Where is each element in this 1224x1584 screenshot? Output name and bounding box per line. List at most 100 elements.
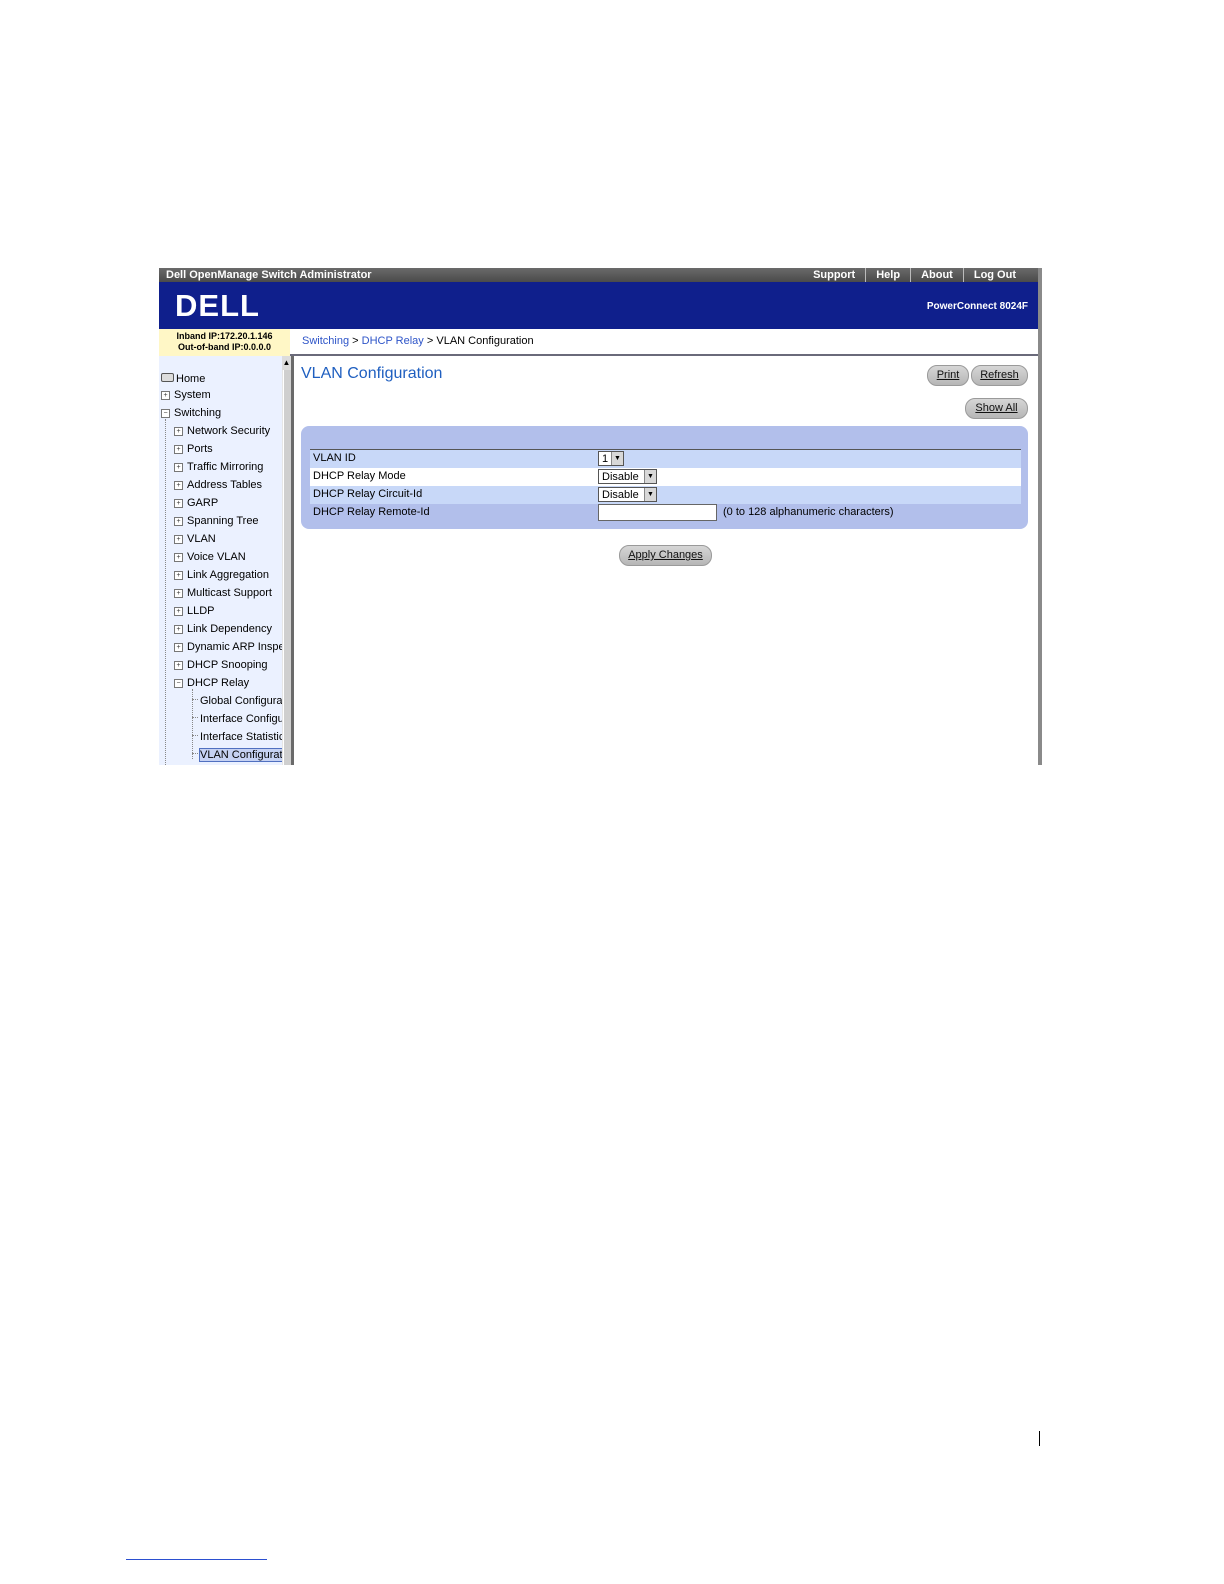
vlan-id-row: VLAN ID 1 ▼ (310, 450, 1021, 468)
expand-icon[interactable]: + (174, 481, 183, 490)
tree-connector (192, 717, 198, 718)
ip-info-box: Inband IP:172.20.1.146 Out-of-band IP:0.… (159, 329, 290, 356)
expand-icon[interactable]: + (174, 517, 183, 526)
tree-connector (192, 699, 198, 700)
select-value: Disable (602, 489, 639, 501)
tree-item-multicast-support[interactable]: + Multicast Support (174, 586, 272, 600)
tree-item-address-tables[interactable]: + Address Tables (174, 478, 262, 492)
expand-icon[interactable]: + (174, 499, 183, 508)
tree-label: Spanning Tree (187, 515, 259, 527)
expand-icon[interactable]: + (174, 445, 183, 454)
expand-icon[interactable]: + (174, 607, 183, 616)
tree-label: Traffic Mirroring (187, 461, 264, 473)
tree-label: Address Tables (187, 479, 263, 491)
refresh-button[interactable]: Refresh (971, 365, 1028, 386)
footnote-rule (126, 1559, 267, 1560)
print-button[interactable]: Print (927, 365, 969, 386)
tree-label: Link Aggregation (187, 569, 269, 581)
expand-icon[interactable]: + (174, 427, 183, 436)
tree-connector (192, 753, 198, 754)
window-frame (1038, 268, 1042, 765)
show-all-button[interactable]: Show All (965, 398, 1028, 419)
help-link[interactable]: Help (865, 268, 910, 282)
model-name: PowerConnect 8024F (926, 301, 1028, 312)
app-titlebar: Dell OpenManage Switch Administrator Sup… (159, 268, 1038, 282)
breadcrumb-separator: > (352, 335, 359, 347)
relay-mode-label: DHCP Relay Mode (313, 470, 406, 482)
tree-item-switching[interactable]: − Switching (161, 406, 221, 420)
tree-item-link-aggregation[interactable]: + Link Aggregation (174, 568, 269, 582)
circuit-id-row: DHCP Relay Circuit-Id Disable ▼ (310, 486, 1021, 504)
tree-item-garp[interactable]: + GARP (174, 496, 218, 510)
vlan-id-label: VLAN ID (313, 452, 356, 464)
remote-id-input[interactable] (598, 504, 717, 521)
tree-label: Interface Configu (200, 713, 284, 725)
select-value: Disable (602, 471, 639, 483)
remote-id-hint: (0 to 128 alphanumeric characters) (723, 506, 894, 518)
tree-branch-line (165, 419, 166, 765)
tree-item-interface-statistics[interactable]: Interface Statistic (192, 730, 284, 744)
relay-mode-select[interactable]: Disable ▼ (598, 469, 657, 484)
expand-icon[interactable]: + (174, 643, 183, 652)
select-value: 1 (602, 453, 609, 465)
tree-label: System (174, 389, 211, 401)
circuit-id-select[interactable]: Disable ▼ (598, 487, 657, 502)
tree-item-global-config[interactable]: Global Configurat (192, 694, 286, 708)
remote-id-row: DHCP Relay Remote-Id (0 to 128 alphanume… (310, 504, 1021, 522)
expand-icon[interactable]: + (174, 625, 183, 634)
chevron-down-icon[interactable]: ▼ (644, 470, 656, 483)
tree-item-vlan-config[interactable]: VLAN Configurati (192, 748, 286, 762)
tree-label: Switching (174, 407, 222, 419)
expand-icon[interactable]: + (174, 589, 183, 598)
apply-changes-button[interactable]: Apply Changes (619, 545, 712, 566)
tree-item-spanning-tree[interactable]: + Spanning Tree (174, 514, 259, 528)
tree-label: Home (176, 373, 206, 385)
tree-item-link-dependency[interactable]: + Link Dependency (174, 622, 272, 636)
tree-label: LLDP (187, 605, 215, 617)
tree-item-vlan[interactable]: + VLAN (174, 532, 216, 546)
expand-icon[interactable]: + (174, 661, 183, 670)
header-divider (290, 354, 1038, 356)
vlan-id-select[interactable]: 1 ▼ (598, 451, 624, 466)
expand-icon[interactable]: + (174, 463, 183, 472)
relay-mode-row: DHCP Relay Mode Disable ▼ (310, 468, 1021, 486)
remote-id-label: DHCP Relay Remote-Id (313, 506, 430, 518)
breadcrumb-switching[interactable]: Switching (302, 335, 349, 347)
expand-icon[interactable]: + (174, 553, 183, 562)
tree-item-traffic-mirroring[interactable]: + Traffic Mirroring (174, 460, 263, 474)
tree-item-dhcp-relay[interactable]: − DHCP Relay (174, 676, 249, 690)
scroll-thumb[interactable] (283, 370, 291, 765)
expand-icon[interactable]: + (161, 391, 170, 400)
breadcrumb-separator: > (426, 335, 434, 347)
sidebar-divider (291, 356, 294, 765)
collapse-icon[interactable]: − (174, 679, 183, 688)
tree-item-home[interactable]: Home (161, 372, 205, 386)
collapse-icon[interactable]: − (161, 409, 170, 418)
tree-label: DHCP Snooping (187, 659, 268, 671)
tree-item-interface-config[interactable]: Interface Configu (192, 712, 284, 726)
tree-item-network-security[interactable]: + Network Security (174, 424, 270, 438)
breadcrumb-dhcp-relay[interactable]: DHCP Relay (362, 335, 424, 347)
home-icon (161, 373, 174, 382)
tree-item-dhcp-snooping[interactable]: + DHCP Snooping (174, 658, 268, 672)
tree-item-voice-vlan[interactable]: + Voice VLAN (174, 550, 246, 564)
tree-label: Global Configurat (200, 695, 286, 707)
tree-label: Multicast Support (187, 587, 272, 599)
tree-item-ports[interactable]: + Ports (174, 442, 213, 456)
tree-label: VLAN (187, 533, 216, 545)
page-margin-mark (1039, 1431, 1040, 1446)
logout-link[interactable]: Log Out (962, 268, 1026, 282)
expand-icon[interactable]: + (174, 571, 183, 580)
dell-logo: DELL (175, 288, 260, 323)
about-link[interactable]: About (910, 268, 963, 282)
chevron-down-icon[interactable]: ▼ (611, 452, 623, 465)
support-link[interactable]: Support (803, 268, 865, 282)
tree-connector (192, 735, 198, 736)
scroll-up-arrow-icon[interactable]: ▲ (282, 356, 291, 370)
tree-item-lldp[interactable]: + LLDP (174, 604, 215, 618)
tree-item-dynamic-arp[interactable]: + Dynamic ARP Inspe (174, 640, 285, 654)
top-links: Support Help About Log Out (803, 268, 1026, 282)
expand-icon[interactable]: + (174, 535, 183, 544)
tree-item-system[interactable]: + System (161, 388, 211, 402)
chevron-down-icon[interactable]: ▼ (644, 488, 656, 501)
